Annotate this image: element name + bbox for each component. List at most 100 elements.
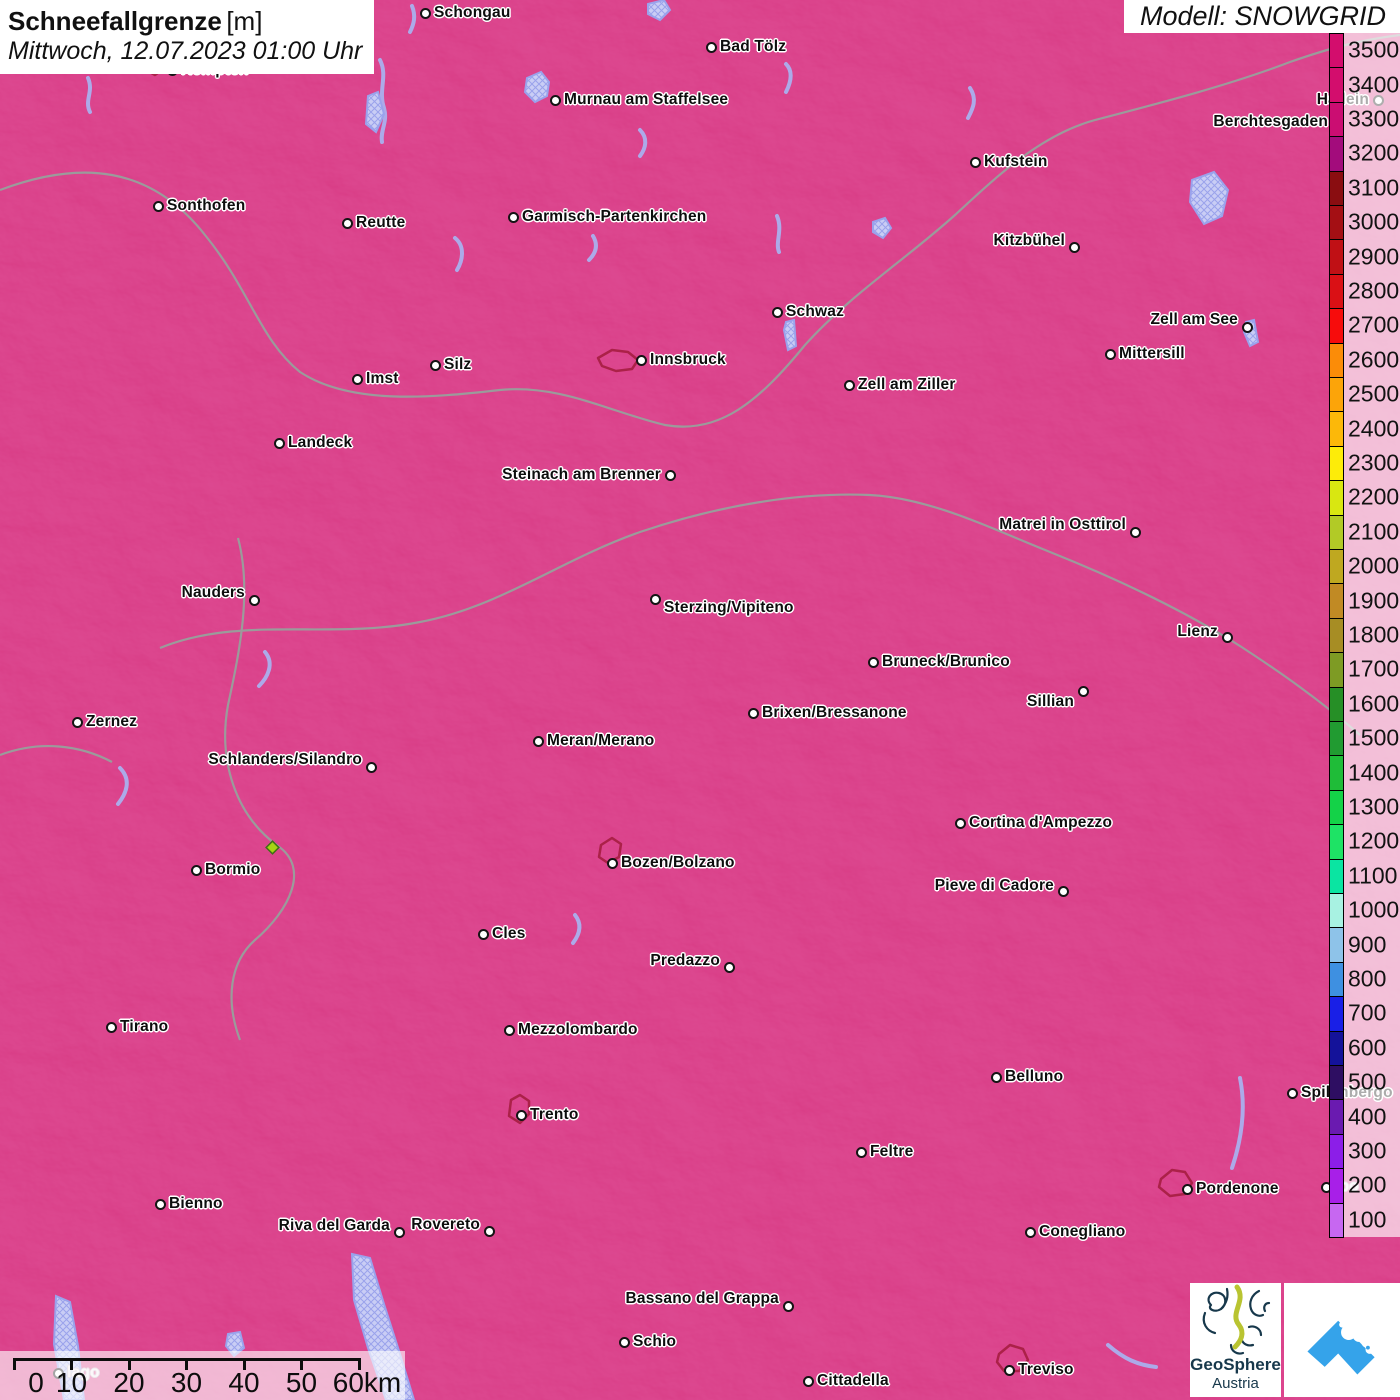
- city-label: Silz: [444, 356, 472, 373]
- city-dot: [1057, 885, 1069, 897]
- city-label: Kitzbühel: [993, 232, 1065, 249]
- scale-bar-label: 50: [285, 1367, 318, 1398]
- city-label: Nauders: [181, 584, 245, 601]
- city-label: Matrei in Osttirol: [999, 516, 1126, 533]
- city-label: Trento: [530, 1106, 579, 1123]
- scale-bar-label: 30: [170, 1367, 203, 1398]
- city-label: Cortina d'Ampezzo: [969, 814, 1113, 831]
- city-dot: [1320, 1181, 1332, 1193]
- scale-bar-label: 10: [55, 1367, 88, 1398]
- city-label: Bozen/Bolzano: [621, 854, 735, 871]
- city-label: Bassano del Grappa: [625, 1290, 779, 1307]
- city-label: Schongau: [434, 4, 511, 21]
- city-dot: [248, 594, 260, 606]
- city-dot: [1372, 94, 1384, 106]
- city-dot: [1129, 526, 1141, 538]
- city-dot: [855, 1146, 867, 1158]
- city-label: Meran/Merano: [547, 732, 655, 749]
- scale-bar-label: 40: [228, 1367, 260, 1398]
- city-label: Imst: [366, 370, 399, 387]
- city-label: Cittadella: [817, 1372, 889, 1389]
- city-label: Pordenone: [1196, 1180, 1279, 1197]
- city-dot: [1331, 116, 1343, 128]
- city-label: Conegliano: [1039, 1223, 1126, 1240]
- partner-logo-box: [1284, 1283, 1400, 1397]
- map-unit: [m]: [226, 6, 263, 36]
- city-dot: [393, 1226, 405, 1238]
- city-dot: [771, 306, 783, 318]
- city-dot: [190, 864, 202, 876]
- city-dot: [843, 379, 855, 391]
- city-dot: [705, 41, 717, 53]
- city-label: Bienno: [169, 1195, 223, 1212]
- city-dot: [483, 1225, 495, 1237]
- scale-bar-tick: [12, 1358, 16, 1370]
- city-dot: [477, 928, 489, 940]
- city-label: Tirano: [120, 1018, 169, 1035]
- city-dot: [1104, 348, 1116, 360]
- city-label: Sterzing/Vipiteno: [664, 599, 794, 616]
- city-dot: [1024, 1226, 1036, 1238]
- scale-bar-label: 0: [28, 1367, 44, 1398]
- city-dot: [1286, 1087, 1298, 1099]
- city-dot: [969, 156, 981, 168]
- city-label: Pieve di Cadore: [934, 877, 1054, 894]
- scale-bar-label: 60km: [332, 1367, 402, 1398]
- scale-bar: 0 10 20 30 40 50 60km: [0, 1351, 405, 1400]
- city-label: Sillian: [1026, 693, 1074, 710]
- city-label: Mittersill: [1119, 345, 1185, 362]
- city-dot: [649, 593, 661, 605]
- city-dot: [664, 469, 676, 481]
- city-dot: [503, 1024, 515, 1036]
- city-label: Landeck: [288, 434, 353, 451]
- city-dot: [1068, 241, 1080, 253]
- city-label: Kufstein: [984, 153, 1048, 170]
- city-dot: [1181, 1183, 1193, 1195]
- city-label: Garmisch-Partenkirchen: [522, 208, 707, 225]
- model-label: Modell: SNOWGRID: [1123, 0, 1400, 33]
- city-label: Zell am Ziller: [858, 376, 956, 393]
- city-dot: [515, 1109, 527, 1121]
- city-label: Sonthofen: [167, 197, 246, 214]
- city-dot: [549, 94, 561, 106]
- city-dot: [635, 354, 647, 366]
- city-dot: [273, 437, 285, 449]
- city-dot: [419, 7, 431, 19]
- city-dot: [782, 1300, 794, 1312]
- city-dot: [867, 656, 879, 668]
- city-dot: [351, 373, 363, 385]
- city-dot: [1003, 1364, 1015, 1376]
- geosphere-logo-text: GeoSphere: [1190, 1355, 1281, 1374]
- geosphere-logo-subtext: Austria: [1212, 1375, 1259, 1392]
- scale-bar-label: 20: [113, 1367, 145, 1398]
- city-label: Innsbruck: [650, 351, 726, 368]
- map-datetime: Mittwoch, 12.07.2023 01:00 Uhr: [8, 36, 363, 65]
- city-label: Rovereto: [411, 1216, 480, 1233]
- city-label: Berchtesgaden: [1213, 113, 1328, 130]
- city-label: Belluno: [1005, 1068, 1064, 1085]
- blue-mountain-icon: [1307, 1320, 1375, 1375]
- city-dot: [1077, 685, 1089, 697]
- geosphere-austria-logo: GeoSphere Austria: [1190, 1283, 1281, 1397]
- city-label: Brixen/Bressanone: [762, 704, 907, 721]
- city-dot: [71, 716, 83, 728]
- snowfall-limit-map: SchongauBad TölzKemptenMurnau am Staffel…: [0, 0, 1400, 1400]
- city-dot: [507, 211, 519, 223]
- city-label: Schio: [633, 1333, 677, 1350]
- city-dot: [606, 857, 618, 869]
- city-dot: [1241, 321, 1253, 333]
- city-layer: SchongauBad TölzKemptenMurnau am Staffel…: [0, 0, 1400, 1400]
- city-dot: [618, 1336, 630, 1348]
- city-dot: [152, 200, 164, 212]
- city-label: Schwaz: [786, 303, 845, 320]
- city-dot: [154, 1198, 166, 1210]
- city-dot: [723, 961, 735, 973]
- geosphere-contour-icon: [1202, 1284, 1270, 1355]
- city-label: Bormio: [205, 861, 261, 878]
- city-dot: [429, 359, 441, 371]
- city-label: Zell am See: [1150, 311, 1238, 328]
- map-title-box: Schneefallgrenze [m] Mittwoch, 12.07.202…: [0, 0, 375, 75]
- city-dot: [105, 1021, 117, 1033]
- city-dot: [954, 817, 966, 829]
- city-dot: [747, 707, 759, 719]
